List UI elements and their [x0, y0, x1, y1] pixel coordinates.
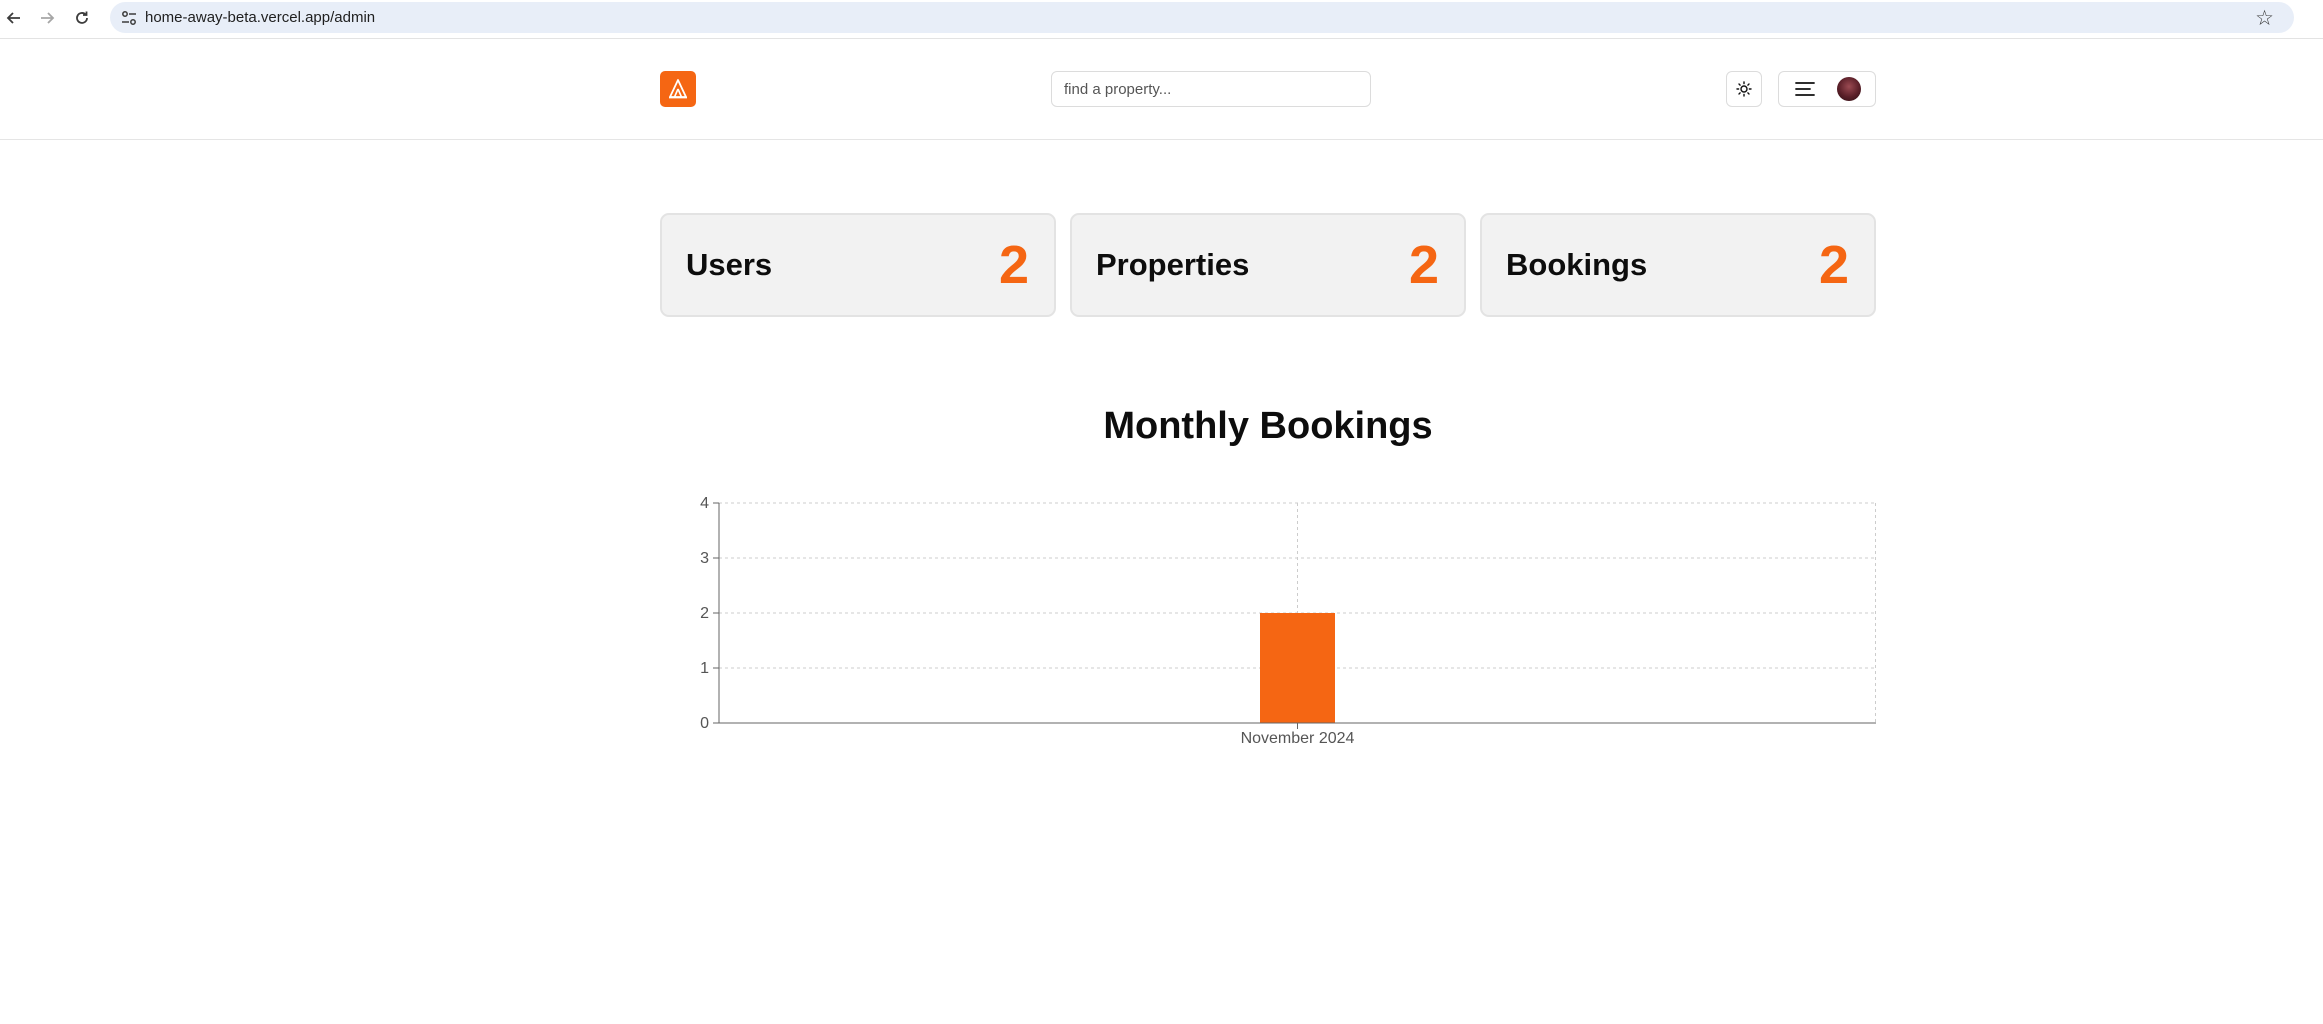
stat-card-users: Users 2	[660, 213, 1056, 317]
browser-toolbar: home-away-beta.vercel.app/admin ☆	[0, 0, 2323, 39]
y-tick-label: 3	[700, 550, 709, 567]
stat-value: 2	[1408, 235, 1440, 295]
url-text[interactable]: home-away-beta.vercel.app/admin	[145, 9, 375, 26]
stat-label: Properties	[1096, 247, 1250, 282]
stat-value: 2	[998, 235, 1030, 295]
star-icon[interactable]: ☆	[2255, 6, 2274, 31]
theme-toggle-button[interactable]	[1726, 71, 1762, 107]
x-tick-label: November 2024	[1241, 730, 1355, 747]
stat-value: 2	[1818, 235, 1850, 295]
app-header	[0, 39, 2323, 140]
stat-label: Users	[686, 247, 773, 282]
y-tick-label: 0	[700, 715, 709, 732]
logo-button[interactable]	[660, 71, 696, 107]
stat-card-bookings: Bookings 2	[1480, 213, 1876, 317]
search-input[interactable]	[1051, 71, 1371, 107]
forward-button[interactable]	[33, 4, 61, 32]
stat-card-properties: Properties 2	[1070, 213, 1466, 317]
bookings-bar-chart: 0 1 2 3 4 November 2024	[700, 495, 1876, 747]
y-tick-label: 1	[700, 660, 709, 677]
arrow-left-icon	[6, 12, 20, 24]
site-settings-icon[interactable]	[120, 9, 138, 27]
y-tick-label: 4	[700, 495, 709, 512]
back-button[interactable]	[0, 4, 28, 32]
avatar	[1837, 77, 1861, 101]
reload-button[interactable]	[68, 4, 96, 32]
user-menu-button[interactable]	[1778, 71, 1876, 107]
address-bar[interactable]: home-away-beta.vercel.app/admin ☆	[110, 2, 2294, 33]
y-tick-label: 2	[700, 605, 709, 622]
hamburger-icon	[1795, 82, 1815, 96]
stat-label: Bookings	[1506, 247, 1648, 282]
tent-icon	[669, 79, 687, 99]
reload-icon	[76, 11, 88, 24]
arrow-right-icon	[41, 12, 55, 24]
sun-icon	[1736, 81, 1752, 97]
bar	[1260, 613, 1335, 723]
chart-title: Monthly Bookings	[1103, 405, 1433, 447]
